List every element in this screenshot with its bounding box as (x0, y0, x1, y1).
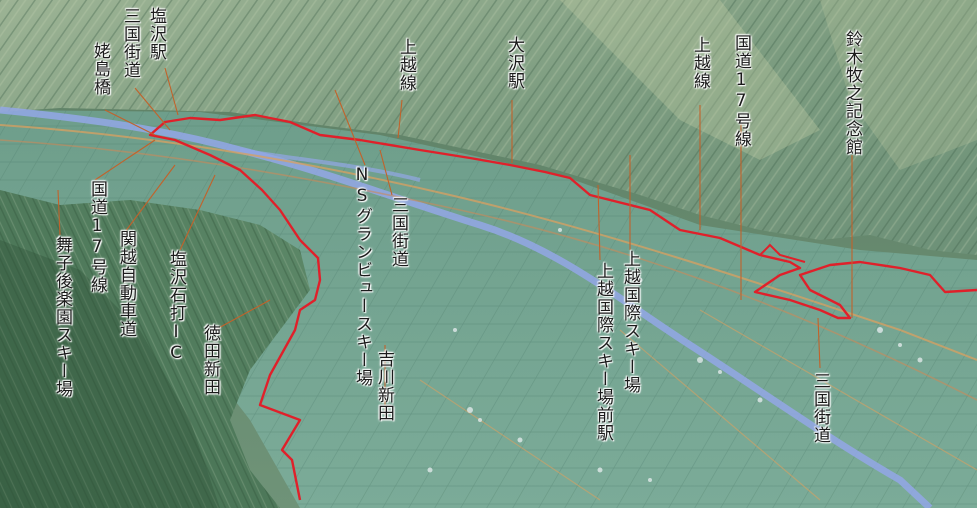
label-mikuni-kaido-mid: 三国街道 (388, 196, 408, 268)
map-view: 塩沢駅 三国街道 姥島橋 国道17号線 関越自動車道 舞子後楽園スキー場 塩沢石… (0, 0, 977, 508)
label-tokuda-shinden: 徳田新田 (200, 324, 220, 396)
label-joetsu-kokusai-ski: 上越国際スキー場 (620, 250, 640, 394)
label-shiozawa-ishiuchi-ic: 塩沢石打IC (166, 250, 186, 364)
label-mikuni-kaido-nw: 三国街道 (120, 7, 140, 79)
label-osawa-station: 大沢駅 (504, 36, 524, 90)
terrain-map (0, 0, 977, 508)
label-ubashima-bridge: 姥島橋 (90, 42, 110, 96)
label-joetsu-line-west: 上越線 (396, 38, 416, 92)
label-joetsu-kokusai-ski-station: 上越国際スキー場前駅 (593, 262, 613, 442)
label-suzuki-bokushi-museum: 鈴木牧之記念館 (842, 30, 862, 156)
label-kanetsu-expressway: 関越自動車道 (116, 230, 136, 338)
label-ns-granview-ski: NSグランビュースキー場 (352, 165, 372, 387)
label-mikuni-kaido-se: 三国街道 (810, 372, 830, 444)
label-route17-east: 国道17号線 (731, 34, 751, 148)
label-maiko-ski: 舞子後楽園スキー場 (52, 236, 72, 398)
label-joetsu-line-east: 上越線 (690, 36, 710, 90)
label-shiozawa-station: 塩沢駅 (146, 7, 166, 61)
label-route17-west: 国道17号線 (87, 180, 107, 294)
label-yoshikawa-shinden: 吉川新田 (374, 350, 394, 422)
